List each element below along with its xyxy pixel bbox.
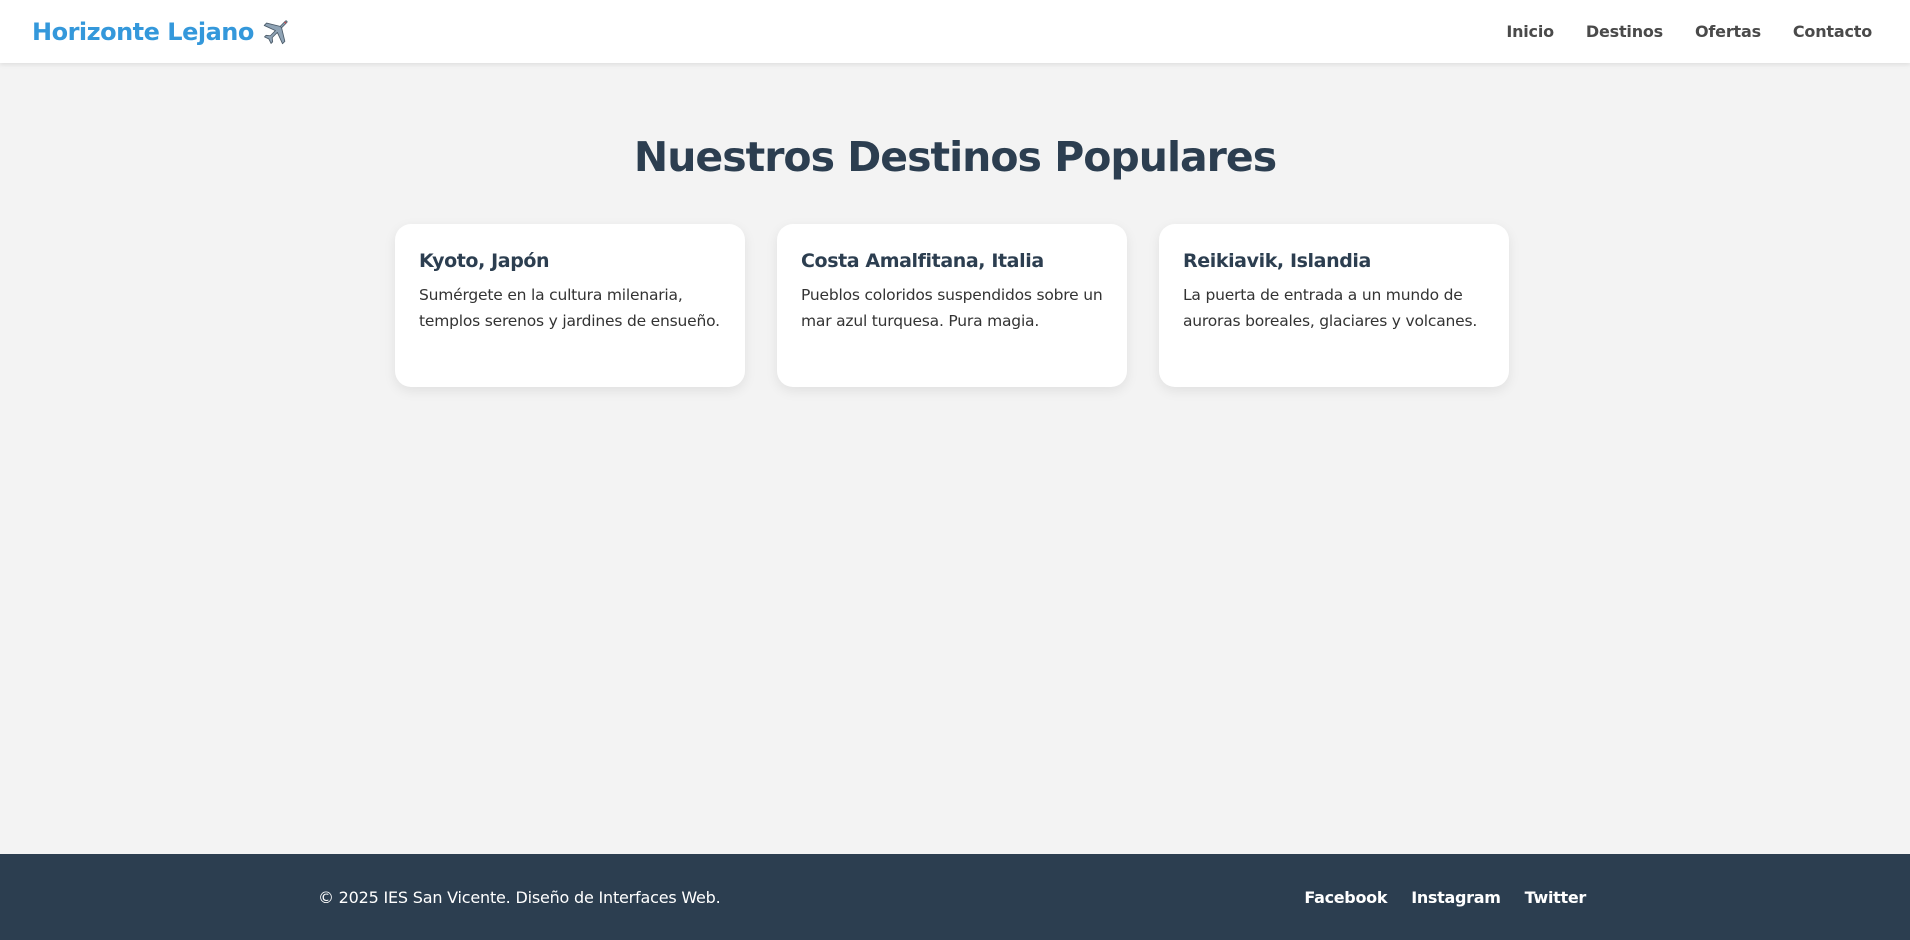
page: Horizonte Lejano Inicio Destinos Ofertas… [0,0,1910,940]
main-nav: Inicio Destinos Ofertas Contacto [1506,22,1872,41]
card-description: Sumérgete en la cultura milenaria, templ… [419,286,720,330]
destination-card-amalfi: Costa Amalfitana, Italia Pueblos colorid… [777,224,1127,387]
nav-link-contacto[interactable]: Contacto [1793,22,1872,41]
nav-link-ofertas[interactable]: Ofertas [1695,22,1761,41]
copyright-text: © 2025 IES San Vicente. Diseño de Interf… [318,887,721,907]
nav-link-inicio[interactable]: Inicio [1506,22,1554,41]
destination-card-kyoto: Kyoto, Japón Sumérgete en la cultura mil… [395,224,745,387]
card-description: La puerta de entrada a un mundo de auror… [1183,286,1478,330]
site-logo[interactable]: Horizonte Lejano [32,17,290,47]
social-link-twitter[interactable]: Twitter [1525,888,1587,907]
nav-link-destinos[interactable]: Destinos [1586,22,1663,41]
card-title: Costa Amalfitana, Italia [801,250,1044,272]
main-content: Nuestros Destinos Populares Kyoto, Japón… [0,63,1910,854]
logo-text: Horizonte Lejano [32,17,254,46]
card-description: Pueblos coloridos suspendidos sobre un m… [801,286,1103,330]
destination-cards: Kyoto, Japón Sumérgete en la cultura mil… [395,224,1509,387]
card-title: Reikiavik, Islandia [1183,250,1371,272]
section-title: Nuestros Destinos Populares [633,133,1277,181]
airplane-icon [263,19,288,44]
social-link-instagram[interactable]: Instagram [1411,888,1501,907]
site-header: Horizonte Lejano Inicio Destinos Ofertas… [0,0,1910,63]
destination-card-reikiavik: Reikiavik, Islandia La puerta de entrada… [1159,224,1509,387]
social-links: Facebook Instagram Twitter [1304,888,1586,907]
site-footer: © 2025 IES San Vicente. Diseño de Interf… [0,854,1910,940]
social-link-facebook[interactable]: Facebook [1304,888,1387,907]
card-title: Kyoto, Japón [419,250,550,272]
